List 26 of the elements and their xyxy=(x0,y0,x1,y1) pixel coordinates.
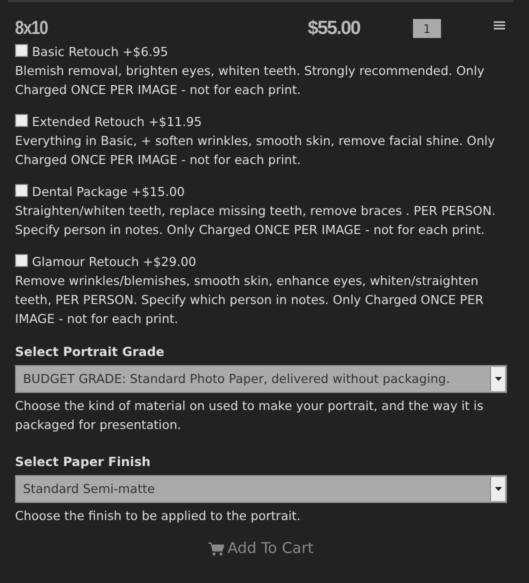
checkbox[interactable] xyxy=(15,254,28,267)
dropdown-caret-icon xyxy=(490,367,505,391)
option-description: Remove wrinkles/blemishes, smooth skin, enhance eyes, whiten/straighten teeth, PER PERSON. Specify which person in notes. Only Charged ONCE PER IMAGE - not for each print. xyxy=(15,273,485,328)
option-label: Dental Package +$15.00 xyxy=(32,185,185,199)
menu-icon[interactable]: ≡ xyxy=(492,16,507,34)
help-text: Choose the finish to be applied to the portrait. xyxy=(15,508,302,525)
select-field[interactable]: BUDGET GRADE: Standard Photo Paper, delivered without packaging. xyxy=(15,365,507,393)
option-description: Straighten/whiten teeth, replace missing teeth, remove braces . PER PERSON. Specify person in notes. Only Charged ONCE PER IMAGE - not for each print. xyxy=(15,203,497,239)
help-text: Choose the kind of material on used to make your portrait, and the way it is packaged for presentation. xyxy=(15,398,484,434)
select-field[interactable]: Standard Semi-matte xyxy=(15,475,507,503)
cart-icon xyxy=(208,542,224,556)
option-label: Basic Retouch +$6.95 xyxy=(32,45,168,59)
select-label: Select Portrait Grade xyxy=(15,343,166,361)
checkbox[interactable] xyxy=(15,184,28,197)
option-label: Glamour Retouch +$29.00 xyxy=(32,255,196,269)
option-description: Blemish removal, brighten eyes, whiten teeth. Strongly recommended. Only Charged ONCE PER IMAGE - not for each print. xyxy=(15,63,486,99)
option-label: Extended Retouch +$11.95 xyxy=(32,115,202,129)
select-label: Select Paper Finish xyxy=(15,453,152,471)
checkbox[interactable] xyxy=(15,114,28,127)
option-description: Everything in Basic, + soften wrinkles, smooth skin, remove facial shine. Only Charged ONCE PER IMAGE - not for each print. xyxy=(15,133,496,169)
checkbox[interactable] xyxy=(15,44,28,57)
size-title: 8x10 xyxy=(15,19,48,38)
quantity-field[interactable]: 1 xyxy=(412,18,442,39)
add-to-cart-button[interactable]: Add To Cart xyxy=(202,538,320,559)
dropdown-caret-icon xyxy=(490,477,505,501)
price-text: $55.00 xyxy=(308,19,360,38)
